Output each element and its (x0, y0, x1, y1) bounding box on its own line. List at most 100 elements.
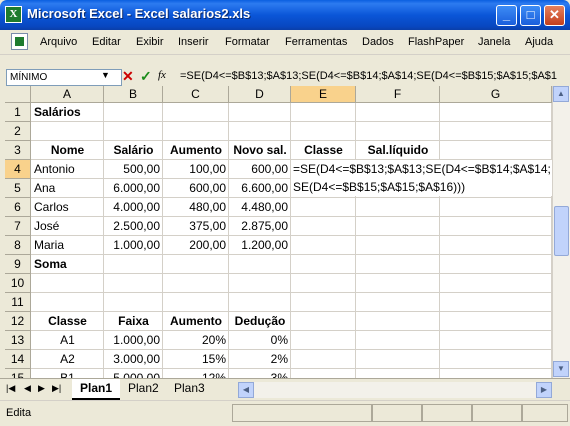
enter-icon[interactable]: ✓ (140, 68, 152, 85)
next-sheet-icon[interactable]: ▶ (38, 383, 45, 394)
prev-sheet-icon[interactable]: ◀ (24, 383, 31, 394)
row-header-12[interactable]: 12 (5, 312, 31, 331)
cell-c7[interactable]: 375,00 (163, 217, 229, 236)
scroll-down-icon[interactable]: ▼ (553, 361, 569, 377)
cell-b7[interactable]: 2.500,00 (104, 217, 163, 236)
cell-d7[interactable]: 2.875,00 (229, 217, 291, 236)
cell-b14[interactable]: 3.000,00 (104, 350, 163, 369)
cell-c8[interactable]: 200,00 (163, 236, 229, 255)
cell-b3[interactable]: Salário (104, 141, 163, 160)
cell-b6[interactable]: 4.000,00 (104, 198, 163, 217)
column-header-f[interactable]: F (356, 86, 440, 103)
cell-a3[interactable]: Nome (31, 141, 104, 160)
cell-c6[interactable]: 480,00 (163, 198, 229, 217)
cell-c14[interactable]: 15% (163, 350, 229, 369)
cell-a5[interactable]: Ana (31, 179, 104, 198)
cell-d5[interactable]: 6.600,00 (229, 179, 291, 198)
workbook-icon[interactable] (11, 33, 28, 50)
cell-a14[interactable]: A2 (31, 350, 104, 369)
cell-a6[interactable]: Carlos (31, 198, 104, 217)
row-header-11[interactable]: 11 (5, 293, 31, 312)
cell-f3[interactable]: Sal.líquido (356, 141, 440, 160)
row-header-8[interactable]: 8 (5, 236, 31, 255)
cell-b4[interactable]: 500,00 (104, 160, 163, 179)
column-header-c[interactable]: C (163, 86, 229, 103)
column-header-d[interactable]: D (229, 86, 291, 103)
row-header-4[interactable]: 4 (5, 160, 31, 179)
cell-c5[interactable]: 600,00 (163, 179, 229, 198)
cell-a13[interactable]: A1 (31, 331, 104, 350)
horizontal-scrollbar[interactable]: ◀ ▶ (238, 382, 552, 398)
menu-editar[interactable]: Editar (92, 36, 121, 48)
cell-b12[interactable]: Faixa (104, 312, 163, 331)
scroll-left-icon[interactable]: ◀ (238, 382, 254, 398)
row-header-15[interactable]: 15 (5, 369, 31, 378)
cell-c3[interactable]: Aumento (163, 141, 229, 160)
cell-d15[interactable]: 3% (229, 369, 291, 378)
scroll-up-icon[interactable]: ▲ (553, 86, 569, 102)
row-header-5[interactable]: 5 (5, 179, 31, 198)
name-box-dropdown-icon[interactable]: ▼ (101, 70, 110, 80)
cell-a4[interactable]: Antonio (31, 160, 104, 179)
cell-d3[interactable]: Novo sal. (229, 141, 291, 160)
menu-ajuda[interactable]: Ajuda (525, 36, 553, 48)
spreadsheet-grid[interactable]: ABCDEFG12345678910111213141516SaláriosNo… (5, 86, 552, 378)
column-header-e[interactable]: E (291, 86, 356, 103)
cell-d6[interactable]: 4.480,00 (229, 198, 291, 217)
cell-a15[interactable]: B1 (31, 369, 104, 378)
cell-b8[interactable]: 1.000,00 (104, 236, 163, 255)
minimize-button[interactable]: _ (496, 5, 517, 26)
tab-plan1[interactable]: Plan1 (72, 379, 121, 400)
menu-formatar[interactable]: Formatar (225, 36, 270, 48)
row-header-7[interactable]: 7 (5, 217, 31, 236)
cell-d4[interactable]: 600,00 (229, 160, 291, 179)
cell-c13[interactable]: 20% (163, 331, 229, 350)
row-header-3[interactable]: 3 (5, 141, 31, 160)
select-all-corner[interactable] (5, 86, 31, 103)
maximize-button[interactable]: □ (520, 5, 541, 26)
cell-c15[interactable]: 12% (163, 369, 229, 378)
menu-inserir[interactable]: Inserir (178, 36, 209, 48)
menu-flashpaper[interactable]: FlashPaper (408, 36, 464, 48)
menu-janela[interactable]: Janela (478, 36, 510, 48)
cell-a12[interactable]: Classe (31, 312, 104, 331)
row-header-1[interactable]: 1 (5, 103, 31, 122)
cancel-icon[interactable]: ✕ (122, 68, 134, 85)
cell-d12[interactable]: Dedução (229, 312, 291, 331)
cell-b15[interactable]: 5.000,00 (104, 369, 163, 378)
cell-d13[interactable]: 0% (229, 331, 291, 350)
row-header-13[interactable]: 13 (5, 331, 31, 350)
cell-a9[interactable]: Soma (31, 255, 104, 274)
menu-dados[interactable]: Dados (362, 36, 394, 48)
row-header-2[interactable]: 2 (5, 122, 31, 141)
menu-arquivo[interactable]: Arquivo (40, 36, 77, 48)
scroll-thumb[interactable] (554, 206, 569, 256)
column-header-a[interactable]: A (31, 86, 104, 103)
scroll-right-icon[interactable]: ▶ (536, 382, 552, 398)
cell-e3[interactable]: Classe (291, 141, 356, 160)
excel-app-icon[interactable]: X (5, 6, 22, 23)
last-sheet-icon[interactable]: ▶| (52, 383, 61, 394)
menu-exibir[interactable]: Exibir (136, 36, 164, 48)
cell-editor-e4[interactable]: =SE(D4<=$B$13;$A$13;SE(D4<=$B$14;$A$14;S… (291, 160, 552, 196)
cell-a7[interactable]: José (31, 217, 104, 236)
menu-ferramentas[interactable]: Ferramentas (285, 36, 347, 48)
vertical-scrollbar[interactable]: ▲ ▼ (552, 86, 570, 378)
row-header-14[interactable]: 14 (5, 350, 31, 369)
cell-a8[interactable]: Maria (31, 236, 104, 255)
cell-d8[interactable]: 1.200,00 (229, 236, 291, 255)
cell-d14[interactable]: 2% (229, 350, 291, 369)
column-header-b[interactable]: B (104, 86, 163, 103)
column-header-g[interactable]: G (440, 86, 552, 103)
cell-b5[interactable]: 6.000,00 (104, 179, 163, 198)
cell-c12[interactable]: Aumento (163, 312, 229, 331)
row-header-10[interactable]: 10 (5, 274, 31, 293)
cell-a1[interactable]: Salários (31, 103, 104, 122)
row-header-9[interactable]: 9 (5, 255, 31, 274)
tab-plan2[interactable]: Plan2 (120, 379, 167, 398)
insert-function-icon[interactable]: fx (158, 69, 166, 81)
close-button[interactable]: ✕ (544, 5, 565, 26)
first-sheet-icon[interactable]: |◀ (6, 383, 15, 394)
cell-b13[interactable]: 1.000,00 (104, 331, 163, 350)
tab-plan3[interactable]: Plan3 (166, 379, 213, 398)
